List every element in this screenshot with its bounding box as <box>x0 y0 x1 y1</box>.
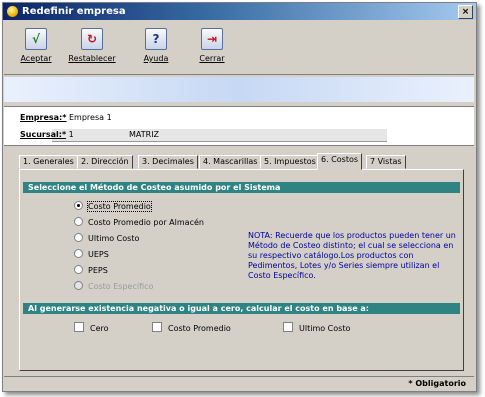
radio-costo-promedio[interactable]: Costo Promedio <box>74 201 152 212</box>
checkbox-cero[interactable]: Cero <box>74 322 109 333</box>
sucursal-code[interactable]: 1 <box>69 130 74 139</box>
tab-costos[interactable]: 6. Costos <box>317 153 363 170</box>
option-label: Ultimo Costo <box>88 234 140 243</box>
header-banner <box>4 77 474 102</box>
checkbox-icon <box>74 322 84 332</box>
tab-mascarillas[interactable]: 4. Mascarillas <box>199 155 262 169</box>
checkbox-label: Cero <box>90 324 109 333</box>
empresa-value: Empresa 1 <box>69 113 112 122</box>
radio-peps[interactable]: PEPS <box>74 265 108 276</box>
toolbar: √ Aceptar ↻ Restablecer ? Ayuda ⇥ Cerrar <box>4 22 474 75</box>
radio-icon <box>74 233 83 242</box>
restablecer-label: Restablecer <box>68 54 116 63</box>
costos-panel: Seleccione el Método de Costeo asumido p… <box>19 169 464 371</box>
help-icon: ? <box>145 28 167 50</box>
empresa-label: Empresa:* <box>20 113 67 122</box>
restablecer-button[interactable]: ↻ Restablecer <box>66 25 118 71</box>
empresa-row: Empresa:* Empresa 1 <box>20 113 112 122</box>
tab-decimales[interactable]: 3. Decimales <box>138 155 198 169</box>
aceptar-label: Aceptar <box>20 54 52 63</box>
checkmark-icon: √ <box>25 28 47 50</box>
radio-costo-especifico: Costo Específico <box>74 281 153 292</box>
radio-icon <box>74 281 83 290</box>
radio-icon <box>74 217 83 226</box>
option-label: Costo Específico <box>88 282 154 291</box>
aceptar-button[interactable]: √ Aceptar <box>10 25 62 71</box>
company-info: Empresa:* Empresa 1 Sucursal:* 1 MATRIZ <box>4 106 474 146</box>
option-label: Costo Promedio por Almacén <box>88 218 204 227</box>
radio-icon <box>74 249 83 258</box>
refresh-icon: ↻ <box>81 28 103 50</box>
exit-icon: ⇥ <box>201 28 223 50</box>
radio-costo-promedio-almacen[interactable]: Costo Promedio por Almacén <box>74 217 204 228</box>
ayuda-label: Ayuda <box>143 54 169 63</box>
negative-section-header: Al generarse existencia negativa o igual… <box>23 303 460 314</box>
ayuda-button[interactable]: ? Ayuda <box>130 25 182 71</box>
sucursal-label: Sucursal:* <box>20 130 67 139</box>
checkbox-label: Costo Promedio <box>168 324 231 333</box>
option-label: PEPS <box>88 266 108 275</box>
radio-ueps[interactable]: UEPS <box>74 249 109 260</box>
checkbox-icon <box>283 322 293 332</box>
app-icon <box>7 6 18 17</box>
checkbox-costo-promedio[interactable]: Costo Promedio <box>152 322 231 333</box>
option-label: UEPS <box>88 250 109 259</box>
tab-direccion[interactable]: 2. Dirección <box>77 155 133 169</box>
tab-vistas[interactable]: 7 Vistas <box>366 155 406 169</box>
option-label: Costo Promedio <box>87 201 152 212</box>
status-bar: * Obligatorio <box>4 376 474 391</box>
tab-generales[interactable]: 1. Generales <box>19 155 78 169</box>
sucursal-name: MATRIZ <box>129 130 160 139</box>
cerrar-button[interactable]: ⇥ Cerrar <box>186 25 238 71</box>
checkbox-ultimo-costo[interactable]: Ultimo Costo <box>283 322 350 333</box>
radio-selected-icon <box>74 201 83 210</box>
radio-ultimo-costo[interactable]: Ultimo Costo <box>74 233 139 244</box>
title-bar[interactable]: Redefinir empresa × <box>3 3 476 20</box>
required-note: * Obligatorio <box>408 379 466 388</box>
cerrar-label: Cerrar <box>199 54 225 63</box>
close-button[interactable]: × <box>458 5 473 19</box>
checkbox-label: Ultimo Costo <box>299 324 351 333</box>
redefinir-empresa-window: Redefinir empresa × √ Aceptar ↻ Restable… <box>2 2 477 392</box>
checkbox-icon <box>152 322 162 332</box>
radio-icon <box>74 265 83 274</box>
window-title: Redefinir empresa <box>22 6 126 17</box>
method-section-header: Seleccione el Método de Costeo asumido p… <box>23 182 460 193</box>
sucursal-field-bg <box>52 129 387 142</box>
costing-note: NOTA: Recuerde que los productos pueden … <box>248 231 456 280</box>
tab-impuestos[interactable]: 5. Impuestos <box>260 155 320 169</box>
sucursal-row: Sucursal:* 1 <box>20 130 74 139</box>
